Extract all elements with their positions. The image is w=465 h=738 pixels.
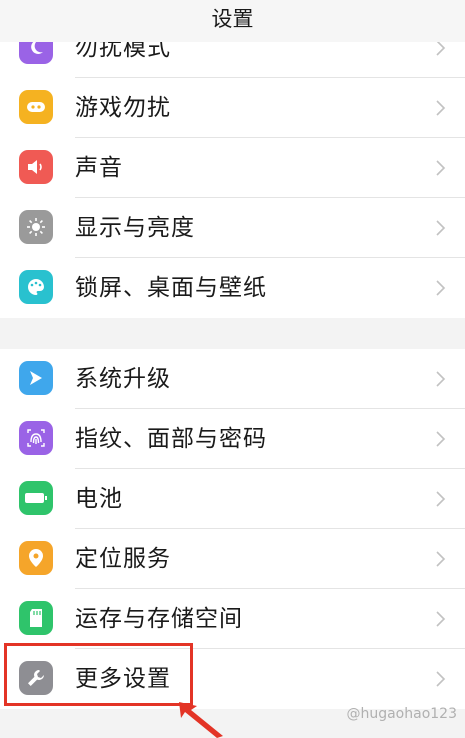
location-pin-icon [19,541,53,575]
settings-item-sound[interactable]: 声音 [0,138,465,198]
chevron-right-icon [436,280,446,296]
sd-card-icon [19,601,53,635]
sun-icon [19,210,53,244]
settings-item-battery[interactable]: 电池 [0,469,465,529]
settings-item-memory-storage[interactable]: 运存与存储空间 [0,589,465,649]
settings-item-system-update[interactable]: 系统升级 [0,349,465,409]
watermark-text: @hugaohao123 [346,706,457,722]
settings-item-label: 锁屏、桌面与壁纸 [75,275,267,301]
chevron-right-icon [436,431,446,447]
settings-item-label: 运存与存储空间 [75,606,243,632]
settings-item-label: 游戏勿扰 [75,95,171,121]
settings-item-label: 显示与亮度 [75,215,195,241]
settings-item-label: 系统升级 [75,366,171,392]
settings-item-game-dnd[interactable]: 游戏勿扰 [0,78,465,138]
arrow-annotation-icon [179,702,223,738]
watermark: @hugaohao123 [346,706,457,722]
settings-item-lockscreen-wallpaper[interactable]: 锁屏、桌面与壁纸 [0,258,465,318]
chevron-right-icon [436,491,446,507]
chevron-right-icon [436,551,446,567]
settings-item-label: 定位服务 [75,546,171,572]
chevron-right-icon [436,371,446,387]
gamepad-icon [19,90,53,124]
page-title: 设置 [211,7,254,31]
settings-item-label: 电池 [75,486,123,512]
chevron-right-icon [436,611,446,627]
chevron-right-icon [436,100,446,116]
palette-icon [19,270,53,304]
speaker-icon [19,150,53,184]
settings-group-1: 勿扰模式 游戏勿扰 声音 显示与亮度 锁屏、桌面与壁纸 [0,18,465,318]
page-title-bar: 设置 [0,0,465,42]
settings-item-label: 声音 [75,155,123,181]
settings-item-label: 指纹、面部与密码 [75,426,267,452]
settings-item-fingerprint-face-password[interactable]: 指纹、面部与密码 [0,409,465,469]
fingerprint-icon [19,421,53,455]
settings-item-location-services[interactable]: 定位服务 [0,529,465,589]
chevron-right-icon [436,220,446,236]
chevron-right-icon [436,160,446,176]
battery-icon [19,481,53,515]
highlight-box [4,643,193,706]
update-icon [19,361,53,395]
chevron-right-icon [436,671,446,687]
settings-item-display-brightness[interactable]: 显示与亮度 [0,198,465,258]
